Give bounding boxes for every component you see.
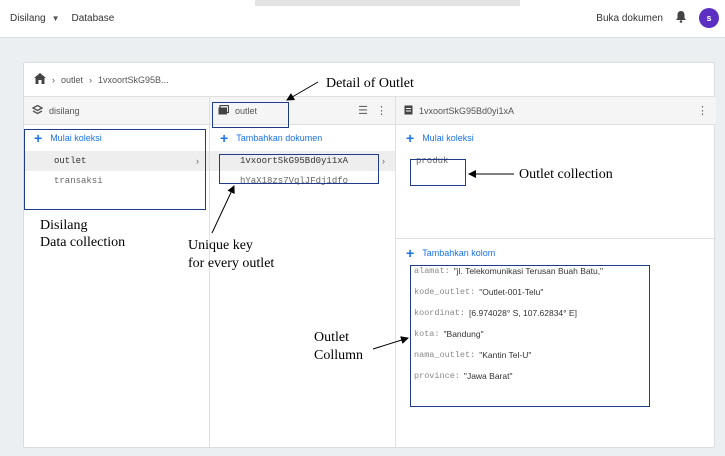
project-selector[interactable]: Disilang bbox=[10, 13, 46, 24]
chevron-right-icon: › bbox=[382, 156, 385, 166]
start-subcollection-label: Mulai koleksi bbox=[422, 133, 474, 143]
outlet-collection-annotation: Outlet collection bbox=[519, 167, 613, 182]
fields-highlight-box bbox=[410, 265, 650, 407]
document-title: 1vxoortSkG95Bd0yi1xA bbox=[419, 105, 515, 116]
disilang-highlight-box bbox=[24, 129, 206, 210]
chevron-right-icon: › bbox=[52, 74, 55, 85]
add-document-label: Tambahkan dokumen bbox=[236, 133, 323, 143]
top-right-actions: Buka dokumen s bbox=[596, 8, 719, 28]
path-segment[interactable]: 1vxoortSkG95B... bbox=[98, 75, 169, 85]
plus-icon: + bbox=[406, 245, 415, 261]
document-column-header: 1vxoortSkG95Bd0yi1xA ⋮ bbox=[396, 97, 716, 125]
disilang-annotation-line2: Data collection bbox=[40, 235, 126, 250]
outlet-header-highlight-box bbox=[212, 102, 289, 128]
top-bar: Disilang ▼ Database Buka dokumen s bbox=[0, 0, 725, 38]
collection-column: outlet ☰ ⋮ + Tambahkan dokumen 1vxoortSk… bbox=[210, 97, 396, 447]
project-breadcrumb: Disilang ▼ Database bbox=[10, 13, 114, 24]
unique-key-annotation-line2: for every outlet bbox=[188, 256, 275, 271]
collection-header-actions: ☰ ⋮ bbox=[358, 104, 387, 117]
more-vert-icon[interactable]: ⋮ bbox=[697, 104, 708, 117]
start-subcollection-button[interactable]: + Mulai koleksi bbox=[396, 125, 716, 151]
document-header-actions: ⋮ bbox=[697, 104, 708, 117]
bell-icon[interactable] bbox=[675, 10, 687, 26]
plus-icon: + bbox=[406, 130, 415, 146]
section-divider bbox=[396, 238, 716, 239]
add-document-button[interactable]: + Tambahkan dokumen bbox=[210, 125, 395, 151]
database-icon bbox=[31, 104, 44, 117]
tab-strip bbox=[255, 0, 520, 6]
chevron-down-icon[interactable]: ▼ bbox=[52, 14, 60, 23]
more-vert-icon[interactable]: ⋮ bbox=[376, 104, 387, 117]
chevron-right-icon: › bbox=[89, 74, 93, 85]
docs-link[interactable]: Buka dokumen bbox=[596, 13, 663, 24]
filter-icon[interactable]: ☰ bbox=[358, 104, 368, 117]
section-label[interactable]: Database bbox=[72, 13, 115, 24]
avatar[interactable]: s bbox=[699, 8, 719, 28]
root-title: disilang bbox=[49, 105, 80, 116]
disilang-annotation-line1: Disilang bbox=[40, 218, 88, 233]
unique-key-annotation-line1: Unique key bbox=[188, 238, 253, 253]
column-annotation-line2: Collumn bbox=[314, 348, 364, 363]
home-icon[interactable] bbox=[34, 73, 46, 86]
produk-highlight-box bbox=[410, 159, 466, 186]
path-segment[interactable]: outlet bbox=[61, 75, 83, 85]
column-annotation-line1: Outlet bbox=[314, 330, 349, 345]
plus-icon: + bbox=[220, 130, 229, 146]
document-icon bbox=[404, 105, 413, 117]
detail-annotation: Detail of Outlet bbox=[326, 76, 414, 91]
root-column-header: disilang bbox=[24, 97, 209, 125]
add-field-label: Tambahkan kolom bbox=[422, 248, 496, 258]
document-key-highlight-box bbox=[219, 154, 379, 184]
